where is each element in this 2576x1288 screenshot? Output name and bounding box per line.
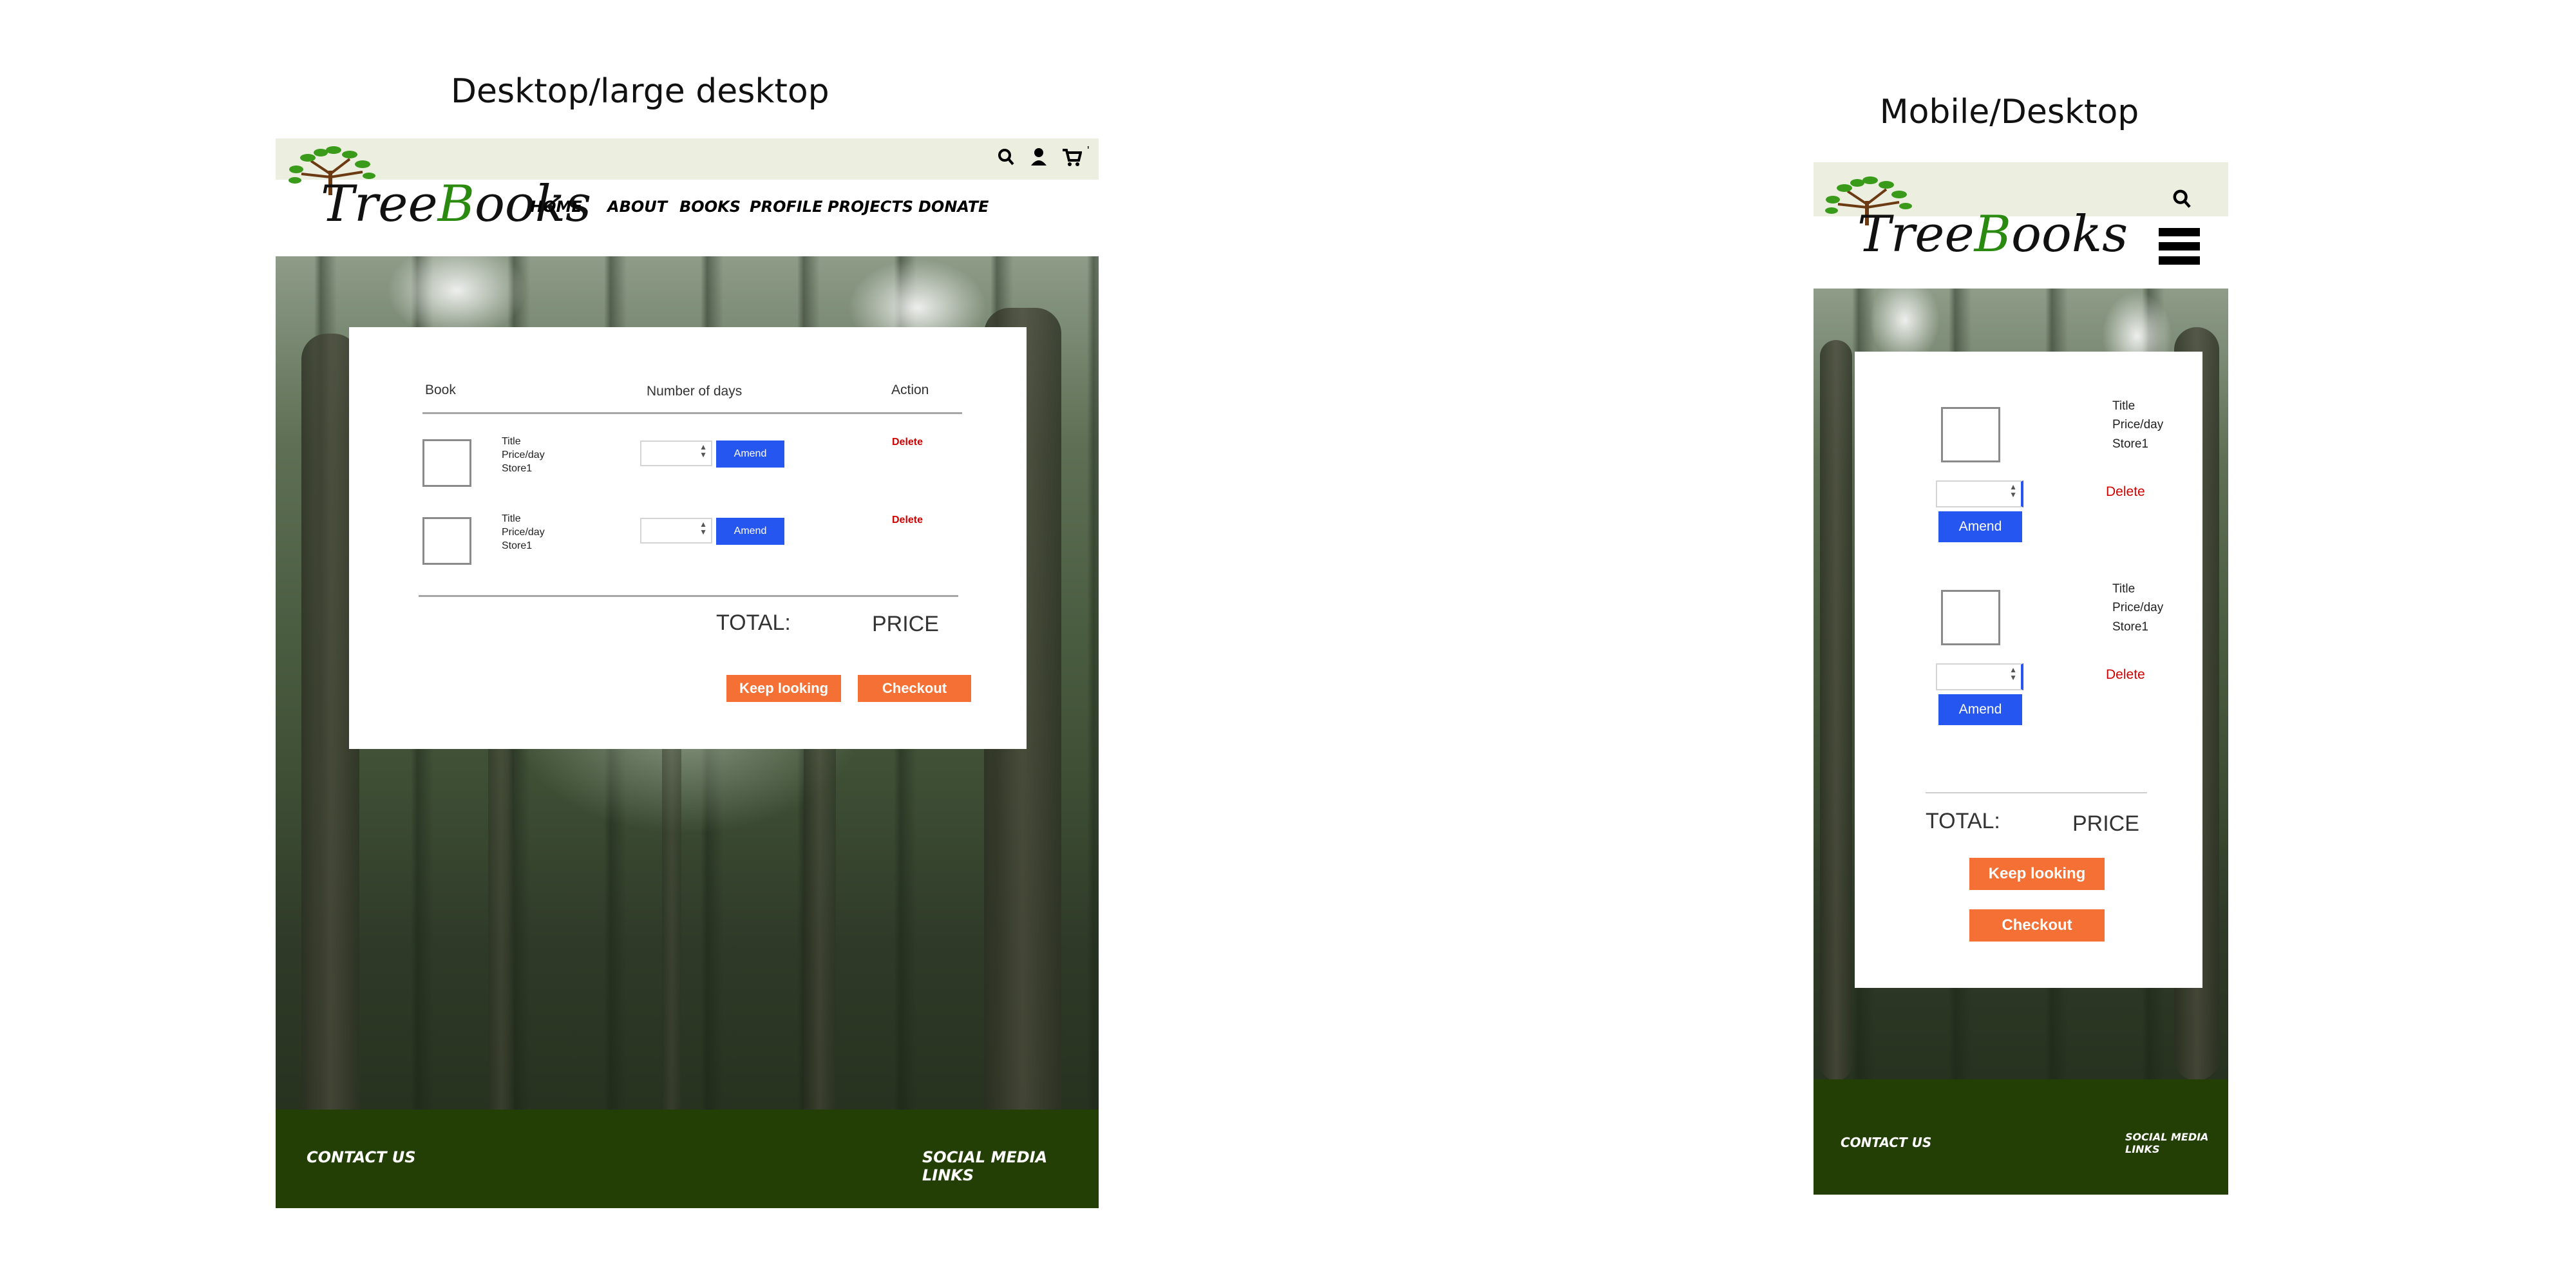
book-price: Price/day [2112,418,2164,432]
logo-text-b: B [1974,205,2011,263]
delete-button[interactable]: Delete [2106,484,2145,500]
mobile-heading: Mobile/Desktop [1879,93,2139,131]
nav-donate[interactable]: DONATE [918,198,989,216]
table-row: Title Price/day Store1 ▲ ▼ Amend Delete [349,430,1027,495]
nav-about[interactable]: ABOUT [607,198,667,216]
mobile-footer: CONTACT US SOCIAL MEDIA LINKS [1814,1079,2228,1195]
book-price: Price/day [2112,601,2164,615]
desktop-cart-card: Book Number of days Action Title Price/d… [349,327,1027,749]
amend-button[interactable]: Amend [716,518,784,545]
book-price: Price/day [502,526,545,538]
days-stepper[interactable]: ▲ ▼ [640,440,712,466]
total-label: TOTAL: [1926,809,2000,833]
header-divider [422,412,962,414]
amend-button[interactable]: Amend [1938,511,2022,542]
logo[interactable]: TreeBooks [282,145,591,235]
amend-button[interactable]: Amend [1938,694,2022,725]
cart-icon[interactable] [1061,145,1083,168]
book-title: Title [2112,582,2136,596]
book-title: Title [502,513,521,524]
book-store: Store1 [502,540,533,551]
amend-button[interactable]: Amend [716,440,784,468]
list-item: Title Price/day Store1 ▲ ▼ Amend Delete [1855,397,2202,558]
book-store: Store1 [2112,437,2148,451]
delete-button[interactable]: Delete [2106,667,2145,683]
list-item: Title Price/day Store1 ▲ ▼ Amend Delete [1855,580,2202,741]
logo-text-prefix: Tree [1857,205,1975,263]
checkout-button[interactable]: Checkout [858,675,971,702]
more-icon: ' [1087,144,1090,157]
user-icon[interactable] [1029,145,1048,168]
social-media-links[interactable]: SOCIAL MEDIA LINKS [922,1148,1099,1184]
book-title: Title [502,436,521,447]
book-store: Store1 [502,462,533,474]
column-header-book: Book [425,383,456,397]
desktop-frame: ' TreeBooks HOME ABOUT BOOKS PROFILE PRO… [276,138,1099,1208]
contact-us-link[interactable]: CONTACT US [307,1148,416,1166]
mobile-frame: TreeBooks Title Price/day Store1 ▲ ▼ Amen… [1814,162,2228,1195]
desktop-heading: Desktop/large desktop [451,72,829,111]
social-media-links[interactable]: SOCIAL MEDIA LINKS [2125,1131,2222,1155]
total-divider [419,595,958,597]
days-stepper[interactable]: ▲ ▼ [640,518,712,544]
logo-text-prefix: Tree [321,175,438,233]
book-thumbnail [422,517,471,565]
book-store: Store1 [2112,620,2148,634]
days-stepper[interactable]: ▲ ▼ [1936,480,2023,507]
search-icon[interactable] [2172,185,2193,211]
logo[interactable]: TreeBooks [1819,175,2128,265]
column-header-action: Action [891,383,929,397]
logo-text-suffix: ooks [2011,205,2128,263]
nav-projects[interactable]: PROJECTS [828,198,913,216]
total-label: TOTAL: [716,611,791,635]
delete-button[interactable]: Delete [892,515,923,526]
checkout-button[interactable]: Checkout [1969,909,2105,942]
table-row: Title Price/day Store1 ▲ ▼ Amend Delete [349,507,1027,572]
logo-text-b: B [437,175,475,233]
book-price: Price/day [502,449,545,460]
total-divider [1926,792,2147,793]
contact-us-link[interactable]: CONTACT US [1841,1135,1931,1150]
nav-profile[interactable]: PROFILE [750,198,822,216]
total-price: PRICE [2072,811,2139,836]
column-header-days: Number of days [647,384,743,399]
total-price: PRICE [872,612,939,636]
delete-button[interactable]: Delete [892,437,923,448]
desktop-footer: CONTACT US SOCIAL MEDIA LINKS [276,1110,1099,1208]
hamburger-menu-icon[interactable] [2159,228,2200,270]
book-thumbnail [1941,590,2000,645]
search-icon[interactable] [997,145,1016,168]
nav-books[interactable]: BOOKS [679,198,741,216]
nav-home[interactable]: HOME [530,198,582,216]
book-thumbnail [422,439,471,487]
book-title: Title [2112,399,2136,413]
book-thumbnail [1941,407,2000,462]
days-stepper[interactable]: ▲ ▼ [1936,663,2023,690]
mobile-cart-card: Title Price/day Store1 ▲ ▼ Amend Delete T… [1855,352,2202,988]
keep-looking-button[interactable]: Keep looking [1969,858,2105,890]
keep-looking-button[interactable]: Keep looking [726,675,841,702]
